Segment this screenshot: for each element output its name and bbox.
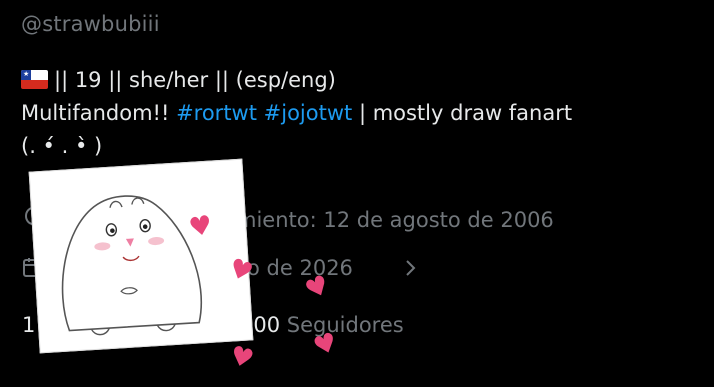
followers-label: Seguidores [286,313,404,337]
chevron-right-icon[interactable] [402,259,418,277]
hashtag-jojotwt[interactable]: #jojotwt [264,101,353,125]
profile-handle: @strawbubiii [21,12,160,36]
hamster-drawing [61,195,203,336]
bio-line-2-suffix: | mostly draw fanart [352,101,573,125]
bio-line-3: (. •́ . •̀ ) [21,134,103,158]
hamster-sticker [28,158,254,354]
bio-line-2: Multifandom!! #rortwt #jojotwt | mostly … [21,97,701,130]
profile-bio: ★ || 19 || she/her || (esp/eng) Multifan… [21,64,701,163]
chile-flag-icon: ★ [21,70,48,89]
bio-line-1-text: || 19 || she/her || (esp/eng) [54,68,336,92]
hashtag-rortwt[interactable]: #rortwt [176,101,257,125]
following-count[interactable]: 1 [22,313,35,337]
bio-line-2-prefix: Multifandom!! [21,101,177,125]
birthday-text: miento: 12 de agosto de 2006 [236,208,554,232]
heart-icon: ♥ [186,210,215,244]
following-number: 1 [22,313,36,337]
heart-icon: ♥ [226,340,257,376]
bio-line-1: ★ || 19 || she/her || (esp/eng) [21,64,701,97]
